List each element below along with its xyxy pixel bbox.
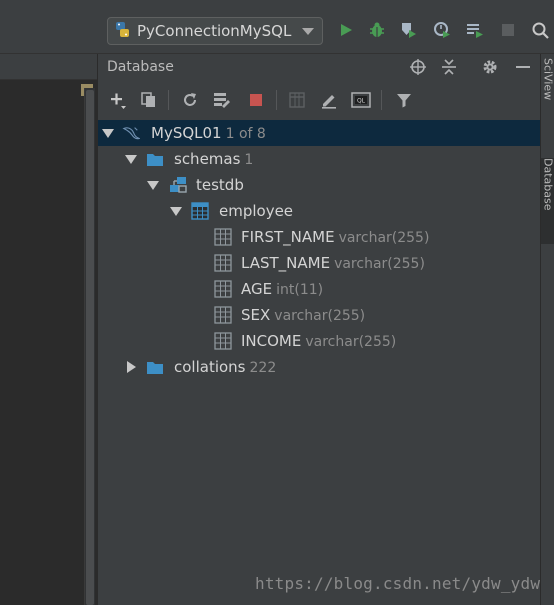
- scrollbar-thumb[interactable]: [86, 90, 94, 605]
- table-icon: [191, 202, 209, 220]
- debug-icon[interactable]: [367, 20, 387, 40]
- column-label: SEX varchar(255): [241, 306, 366, 324]
- tree-node-database[interactable]: testdb: [98, 172, 541, 198]
- crosshair-icon[interactable]: [408, 57, 428, 77]
- schemas-label: schemas 1: [174, 150, 254, 168]
- column-type: varchar(255): [274, 308, 366, 324]
- tree-node-column[interactable]: INCOME varchar(255): [98, 328, 541, 354]
- sciview-tab-label: SciView: [541, 58, 554, 101]
- column-icon: [214, 228, 232, 246]
- collapse-icon[interactable]: [439, 57, 459, 77]
- run-configuration-selector[interactable]: PyConnectionMySQL: [107, 17, 323, 45]
- toolbar-separator: [381, 90, 382, 110]
- database-label: testdb: [196, 176, 244, 194]
- column-icon: [214, 332, 232, 350]
- panel-header: Database: [98, 54, 541, 80]
- tree-node-column[interactable]: LAST_NAME varchar(255): [98, 250, 541, 276]
- duplicate-icon[interactable]: [139, 90, 159, 110]
- tree-node-collations[interactable]: collations 222: [98, 354, 541, 380]
- svg-text:QL: QL: [357, 98, 366, 105]
- tab-database[interactable]: Database: [541, 158, 554, 244]
- run-configuration-label: PyConnectionMySQL: [137, 22, 292, 40]
- column-icon: [214, 280, 232, 298]
- minimize-icon[interactable]: [513, 57, 533, 77]
- search-icon[interactable]: [530, 20, 550, 40]
- column-label: INCOME varchar(255): [241, 332, 397, 350]
- edit-icon[interactable]: [319, 90, 339, 110]
- schema-icon: [169, 176, 187, 194]
- toolbar-separator: [276, 90, 277, 110]
- editor-scrollbar[interactable]: [84, 88, 95, 605]
- schema-icon[interactable]: [212, 90, 232, 110]
- toolbar-separator: [168, 90, 169, 110]
- column-icon: [214, 306, 232, 324]
- tree-node-column[interactable]: AGE int(11): [98, 276, 541, 302]
- column-icon: [214, 254, 232, 272]
- expand-toggle[interactable]: [147, 179, 159, 191]
- stop-icon[interactable]: [498, 20, 518, 40]
- column-label: AGE int(11): [241, 280, 324, 298]
- coverage-icon[interactable]: [398, 20, 418, 40]
- refresh-icon[interactable]: [180, 90, 200, 110]
- filter-icon[interactable]: [394, 90, 414, 110]
- python-icon: [114, 21, 131, 42]
- tree-node-schemas[interactable]: schemas 1: [98, 146, 541, 172]
- folder-icon: [146, 358, 164, 376]
- datasource-meta: 1 of 8: [225, 126, 266, 142]
- panel-title: Database: [107, 59, 174, 75]
- folder-icon: [146, 150, 164, 168]
- column-type: varchar(255): [305, 334, 397, 350]
- expand-toggle[interactable]: [125, 361, 137, 373]
- expand-toggle[interactable]: [170, 205, 182, 217]
- tree-node-column[interactable]: SEX varchar(255): [98, 302, 541, 328]
- ide-window: PyConnectionMySQL Database QL MySQL01 1 …: [0, 0, 554, 605]
- console-icon[interactable]: QL: [351, 90, 371, 110]
- concurrency-icon[interactable]: [465, 20, 485, 40]
- collations-count: 222: [249, 360, 277, 376]
- collations-label: collations 222: [174, 358, 277, 376]
- watermark: https://blog.csdn.net/ydw_ydw: [255, 574, 541, 593]
- tab-sciview[interactable]: SciView: [541, 58, 554, 134]
- column-type: varchar(255): [338, 230, 430, 246]
- run-icon[interactable]: [336, 20, 356, 40]
- chevron-down-icon: [302, 28, 314, 35]
- mysql-icon: [122, 124, 140, 142]
- column-type: int(11): [276, 282, 324, 298]
- column-label: LAST_NAME varchar(255): [241, 254, 425, 272]
- database-tab-label: Database: [541, 158, 554, 211]
- column-type: varchar(255): [334, 256, 425, 272]
- right-tool-strip: SciView Database: [540, 54, 554, 605]
- column-label: FIRST_NAME varchar(255): [241, 228, 430, 246]
- tree-node-datasource[interactable]: MySQL01 1 of 8: [98, 120, 541, 146]
- table-label: employee: [219, 202, 294, 220]
- expand-toggle[interactable]: [125, 153, 137, 165]
- tree-node-table[interactable]: employee: [98, 198, 541, 224]
- database-panel: Database QL MySQL01 1 of 8 schemas 1 tes…: [97, 54, 541, 605]
- gear-icon[interactable]: [480, 57, 500, 77]
- profile-icon[interactable]: [432, 20, 452, 40]
- schemas-count: 1: [244, 152, 254, 168]
- tree-node-column[interactable]: FIRST_NAME varchar(255): [98, 224, 541, 250]
- main-toolbar: PyConnectionMySQL: [0, 0, 554, 54]
- panel-toolbar: QL: [98, 84, 541, 116]
- editor-area: [0, 54, 97, 605]
- add-icon[interactable]: [108, 90, 128, 110]
- stop-icon[interactable]: [246, 90, 266, 110]
- editor-tab-bar: [0, 54, 97, 80]
- table-icon[interactable]: [287, 90, 307, 110]
- datasource-label: MySQL01 1 of 8: [151, 124, 266, 142]
- expand-toggle[interactable]: [102, 127, 114, 139]
